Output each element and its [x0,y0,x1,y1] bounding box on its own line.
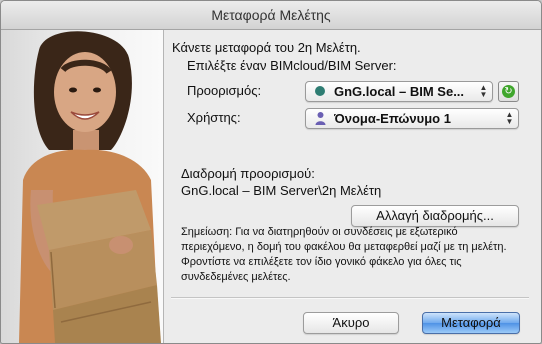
person-illustration [1,30,164,343]
note-text: Σημείωση: Για να διατηρηθούν οι συνδέσει… [181,226,507,283]
server-prompt: Επιλέξτε έναν BIMcloud/BIM Server: [187,58,397,73]
intro-text: Κάνετε μεταφορά του 2η Μελέτη. [172,40,361,55]
user-icon [315,111,326,125]
change-path-button[interactable]: Αλλαγή διαδρομής... [351,205,519,227]
cancel-button[interactable]: Άκυρο [303,312,399,334]
user-popup[interactable]: Όνομα-Επώνυμο 1 ▲ ▼ [305,108,519,129]
title-bar: Μεταφορά Μελέτης [1,1,541,30]
window-title: Μεταφορά Μελέτης [211,7,331,23]
path-label: Διαδρομή προορισμού: [181,166,315,181]
popup-arrows-icon: ▲ ▼ [505,110,514,126]
divider [171,297,529,299]
user-value: Όνομα-Επώνυμο 1 [334,111,451,126]
refresh-icon[interactable]: ↻ [498,81,519,102]
server-status-icon [315,86,325,96]
destination-label: Προορισμός: [187,83,262,98]
user-label: Χρήστης: [187,110,241,125]
destination-path: GnG.local – BIM Server\2η Μελέτη [181,183,382,198]
popup-arrows-icon: ▲ ▼ [479,83,488,99]
transfer-button[interactable]: Μεταφορά [422,312,520,334]
transfer-dialog: Μεταφορά Μελέτης Κάνετε μεταφορά του 2η … [0,0,542,344]
destination-value: GnG.local – BIM Se... [334,84,465,99]
destination-popup[interactable]: GnG.local – BIM Se... ▲ ▼ [305,81,493,102]
